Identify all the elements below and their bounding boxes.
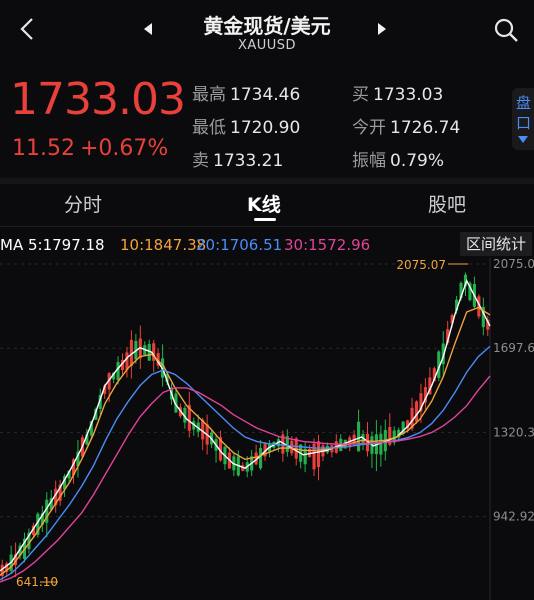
stat-low: 最低 1720.90	[192, 118, 301, 138]
candle-body	[414, 401, 419, 422]
section-divider	[0, 178, 534, 184]
stat-open: 今开 1726.74	[352, 118, 461, 138]
price-change-percent: +0.67%	[80, 136, 169, 161]
kline-chart[interactable]: 2075.07 1697.69 1320.30 942.92 2075.07 641.10	[0, 258, 534, 600]
y-tick-label: 1697.69	[493, 341, 534, 355]
tab-forum[interactable]: 股吧	[428, 190, 466, 217]
candle-body	[316, 441, 321, 468]
ma30-label: 30:1572.96	[284, 236, 371, 254]
price-change: 11.52	[12, 136, 75, 161]
caret-down-icon	[518, 136, 528, 143]
stat-high: 最高 1734.46	[192, 85, 301, 105]
ma20-label: 20:1706.51	[196, 236, 283, 254]
candle-body	[357, 421, 361, 452]
header-bar: 黄金现货/美元 XAUUSD	[0, 0, 534, 62]
y-tick-label: 942.92	[493, 510, 534, 524]
candle-body	[259, 447, 263, 469]
candle-body	[116, 362, 120, 380]
page-title: 黄金现货/美元	[203, 14, 331, 38]
max-price-label: 2075.07	[396, 258, 446, 272]
min-price-label: 641.10	[16, 575, 58, 589]
y-tick-label: 2075.07	[493, 258, 534, 271]
tab-intraday[interactable]: 分时	[64, 190, 102, 217]
stat-amplitude: 振幅 0.79%	[352, 151, 445, 171]
last-price: 1733.03	[10, 74, 186, 125]
tab-divider	[0, 226, 534, 227]
search-icon[interactable]	[492, 16, 520, 44]
range-stats-button[interactable]: 区间统计	[460, 232, 532, 256]
active-tab-indicator	[254, 218, 276, 221]
tab-kline[interactable]: K线	[247, 190, 281, 217]
candle-body	[379, 433, 383, 455]
order-book-side-tab[interactable]: 盘 口	[512, 88, 534, 150]
next-triangle-icon[interactable]	[374, 21, 390, 37]
ma10-line	[0, 306, 491, 576]
y-tick-label: 1320.30	[493, 425, 534, 439]
symbol-subtitle: XAUUSD	[237, 38, 297, 53]
stat-sell: 卖 1733.21	[192, 151, 284, 171]
ma5-label: MA 5:1797.18	[0, 236, 105, 254]
ma5-line	[0, 279, 491, 572]
stat-buy: 买 1733.03	[352, 85, 444, 105]
ma10-label: 10:1847.38	[120, 236, 207, 254]
